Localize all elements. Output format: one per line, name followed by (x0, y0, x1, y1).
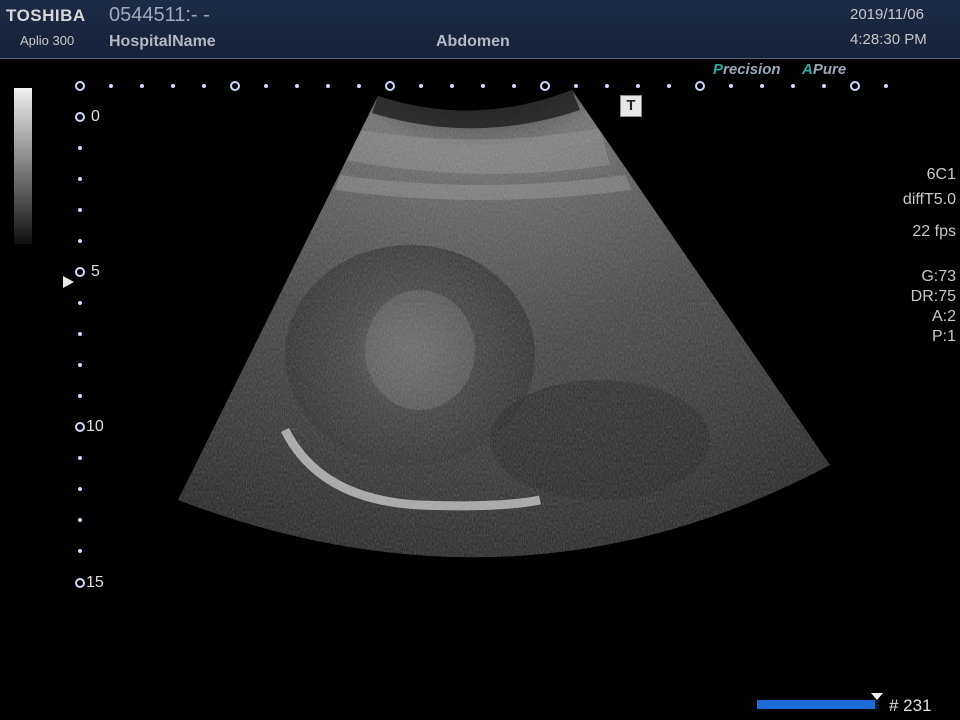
probe-label: 6C1 (926, 166, 956, 183)
grayscale-bar (14, 88, 32, 244)
frame-number: # 231 (889, 696, 932, 715)
lateral-scale (75, 81, 888, 91)
depth-scale (75, 112, 85, 588)
ultrasound-sector (178, 90, 830, 558)
depth-label-0: 0 (91, 108, 100, 125)
apure-mode-label: APure (802, 61, 847, 78)
gain-label: G:73 (921, 268, 956, 285)
focus-marker-icon[interactable] (63, 276, 74, 288)
frequency-label: diffT5.0 (902, 191, 956, 208)
cine-progress-fill (757, 700, 876, 709)
frame-rate-label: 22 fps (912, 223, 956, 240)
cine-progress-bar[interactable] (757, 700, 879, 709)
p-param-label: P:1 (931, 328, 956, 345)
precision-mode-label: Precision (713, 61, 781, 78)
cine-position-marker-icon[interactable] (871, 693, 883, 700)
depth-label-15: 15 (86, 574, 104, 591)
dynamic-range-label: DR:75 (910, 288, 956, 305)
ultrasound-image (75, 81, 888, 588)
a-param-label: A:2 (931, 308, 956, 325)
depth-label-10: 10 (86, 418, 104, 435)
depth-label-5: 5 (91, 263, 100, 280)
body-marker-icon: T (620, 95, 642, 117)
